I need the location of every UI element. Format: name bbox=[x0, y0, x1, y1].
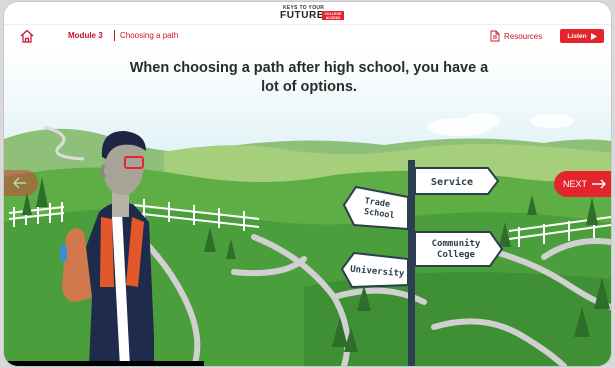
logo-tag-line2: ACCESS bbox=[325, 16, 341, 20]
section-title: Choosing a path bbox=[120, 31, 179, 40]
next-button[interactable]: NEXT bbox=[554, 171, 611, 197]
logo-tag: COLLEGE ACCESS bbox=[322, 11, 344, 20]
slide-frame: KEYS TO YOUR FUTURE COLLEGE ACCESS Modul… bbox=[4, 2, 611, 366]
arrow-left-icon bbox=[12, 177, 26, 189]
arrow-right-icon bbox=[592, 179, 607, 189]
previous-button[interactable] bbox=[4, 170, 38, 196]
sign-community-line2: College bbox=[437, 250, 476, 260]
listen-button[interactable]: Listen bbox=[560, 29, 604, 43]
logo-line2: FUTURE bbox=[280, 10, 325, 21]
document-icon bbox=[490, 30, 500, 42]
listen-label: Listen bbox=[567, 32, 587, 40]
home-icon bbox=[20, 29, 34, 43]
slide-headline: When choosing a path after high school, … bbox=[114, 59, 504, 97]
logo: KEYS TO YOUR FUTURE COLLEGE ACCESS bbox=[280, 5, 344, 23]
home-button[interactable] bbox=[19, 28, 35, 44]
headline-line2: lot of options. bbox=[261, 79, 357, 95]
module-label: Module 3 bbox=[68, 31, 103, 40]
sign-community-line1: Community bbox=[432, 238, 481, 249]
resources-button[interactable]: Resources bbox=[490, 30, 542, 42]
module-nav: Module 3 Choosing a path Resources Liste… bbox=[4, 25, 611, 47]
resources-label: Resources bbox=[504, 31, 543, 41]
top-header: KEYS TO YOUR FUTURE COLLEGE ACCESS bbox=[4, 2, 611, 25]
illustration-scene: Service Trade School Community College U… bbox=[4, 47, 611, 366]
sign-service: Service bbox=[431, 176, 473, 188]
caption-strip bbox=[4, 361, 204, 366]
headline-line1: When choosing a path after high school, … bbox=[129, 60, 489, 76]
next-label: NEXT bbox=[563, 179, 588, 189]
divider bbox=[114, 30, 115, 41]
play-icon bbox=[590, 32, 597, 40]
